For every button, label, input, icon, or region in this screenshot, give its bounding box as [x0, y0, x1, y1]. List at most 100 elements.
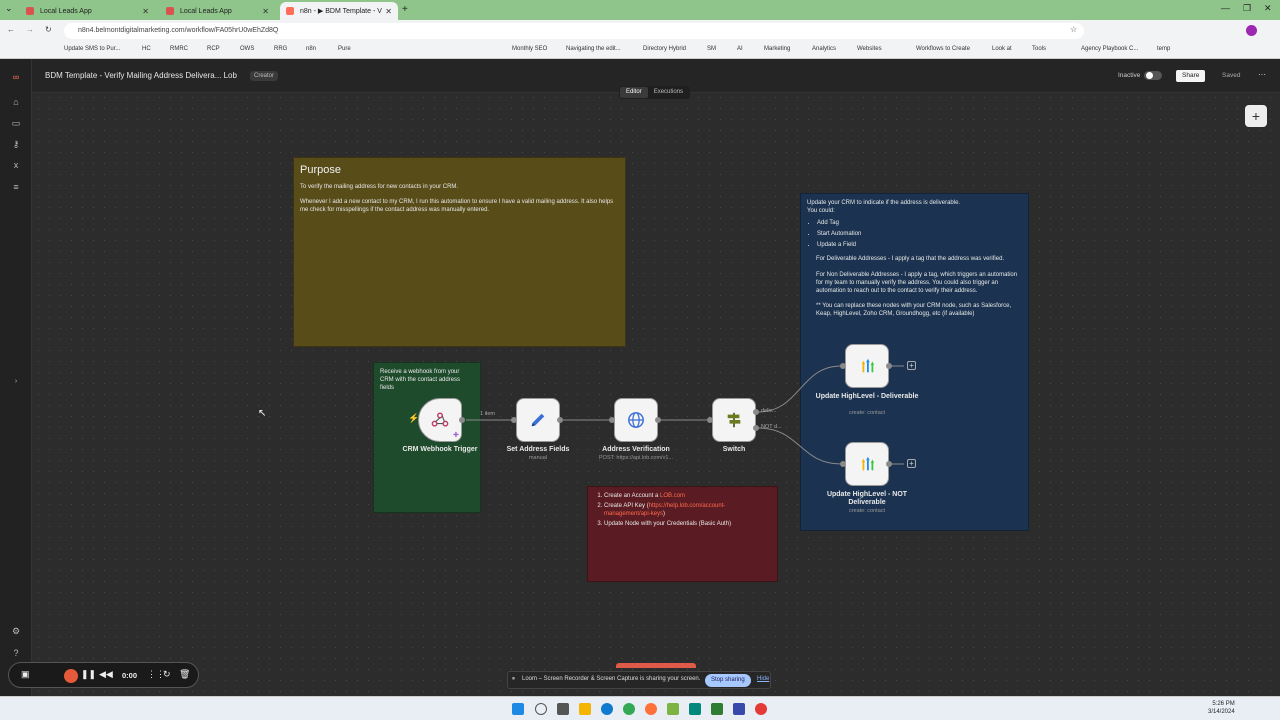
bookmark-star-icon[interactable]: ☆ [1070, 25, 1077, 34]
output-port[interactable] [459, 417, 465, 423]
app-icon[interactable] [689, 703, 701, 715]
output-port[interactable] [886, 461, 892, 467]
maximize-icon[interactable]: ❐ [1243, 3, 1251, 14]
output-port[interactable] [655, 417, 661, 423]
workflows-icon[interactable]: ⌂ [11, 97, 21, 107]
step-text: Create API Key ( [604, 503, 649, 510]
stop-sharing-button[interactable]: Stop sharing [705, 674, 751, 687]
search-icon[interactable] [535, 703, 547, 715]
workflow-canvas[interactable] [0, 59, 1280, 696]
more-options-icon[interactable]: ⋯ [1258, 70, 1266, 79]
credentials-icon[interactable]: ⚷ [11, 139, 21, 149]
set-address-fields-node[interactable] [516, 398, 560, 442]
bookmark-item[interactable]: Tools [1032, 46, 1046, 52]
bookmark-item[interactable]: RCP [207, 46, 220, 52]
setup-sticky-note[interactable]: Create an Account a LOB.com Create API K… [587, 486, 778, 582]
browser-tab-3[interactable]: n8n - ▶ BDM Template - V ✕ [280, 2, 398, 20]
bookmark-item[interactable]: SM [707, 46, 716, 52]
output-port[interactable] [886, 363, 892, 369]
add-next-node-button[interactable]: + [907, 459, 916, 468]
bookmark-item[interactable]: OWS [240, 46, 254, 52]
share-button[interactable]: Share [1176, 70, 1206, 82]
bookmark-item[interactable]: Analytics [812, 46, 836, 52]
chrome-icon[interactable] [623, 703, 635, 715]
bookmark-item[interactable]: HC [142, 46, 151, 52]
file-explorer-icon[interactable] [579, 703, 591, 715]
bookmark-item[interactable]: Pure [338, 46, 351, 52]
bookmark-item[interactable]: RRG [274, 46, 287, 52]
hide-link[interactable]: Hide [757, 676, 769, 682]
app-icon[interactable] [711, 703, 723, 715]
executions-icon[interactable]: ≡ [11, 182, 21, 192]
workflow-title[interactable]: BDM Template - Verify Mailing Address De… [45, 71, 237, 80]
bookmark-item[interactable]: Monthly SEO [512, 46, 547, 52]
system-clock[interactable]: 5:26 PM 3/14/2024 [1208, 701, 1235, 717]
bookmark-item[interactable]: RMRC [170, 46, 188, 52]
bookmark-item[interactable]: AI [737, 46, 743, 52]
close-icon[interactable]: ✕ [262, 7, 269, 16]
activation-toggle[interactable] [1144, 71, 1162, 80]
stop-recording-button[interactable] [64, 669, 78, 683]
tab-executions[interactable]: Executions [648, 87, 689, 98]
settings-icon[interactable]: ⚙ [11, 626, 21, 636]
creator-badge[interactable]: Creator [250, 71, 279, 81]
firefox-icon[interactable] [645, 703, 657, 715]
expand-sidebar-icon[interactable]: › [11, 377, 21, 387]
profile-avatar[interactable] [1246, 25, 1257, 36]
n8n-logo-icon[interactable]: ∞ [7, 72, 25, 82]
purpose-sticky-note[interactable]: Purpose To verify the mailing address fo… [293, 157, 626, 347]
app-icon[interactable] [755, 703, 767, 715]
switch-node[interactable] [712, 398, 756, 442]
output-port[interactable] [753, 409, 759, 415]
app-icon[interactable] [667, 703, 679, 715]
bookmark-item[interactable]: Directory Hybrid [643, 46, 686, 52]
bookmark-item[interactable]: Agency Playbook C... [1081, 46, 1138, 52]
camera-icon[interactable]: ▣ [21, 669, 30, 680]
tab-search-icon[interactable]: ⌄ [5, 3, 13, 14]
bookmark-item[interactable]: Websites [857, 46, 882, 52]
bookmark-item[interactable]: Navigating the edit... [566, 46, 621, 52]
browser-tab-2[interactable]: Local Leads App ✕ [160, 2, 275, 20]
help-icon[interactable]: ? [11, 648, 21, 658]
output-port[interactable] [753, 425, 759, 431]
drag-handle-icon[interactable]: ⏸ [512, 676, 515, 683]
close-window-icon[interactable]: ✕ [1264, 3, 1272, 14]
tab-label: Local Leads App [180, 7, 232, 15]
reload-icon[interactable]: ↻ [45, 25, 52, 34]
bookmark-item[interactable]: temp [1157, 46, 1170, 52]
address-verification-node[interactable] [614, 398, 658, 442]
tab-editor[interactable]: Editor [620, 87, 648, 98]
browser-tab-1[interactable]: Local Leads App ✕ [20, 2, 155, 20]
restart-icon[interactable]: ↻ [163, 669, 171, 680]
close-icon[interactable]: ✕ [142, 7, 149, 16]
purpose-title: Purpose [300, 164, 341, 176]
app-icon[interactable] [733, 703, 745, 715]
edge-icon[interactable] [601, 703, 613, 715]
pause-icon[interactable]: ❚❚ [81, 669, 96, 680]
bookmark-item[interactable]: Marketing [764, 46, 790, 52]
minimize-icon[interactable]: — [1221, 3, 1230, 13]
crm-could: You could: [807, 208, 835, 215]
rewind-icon[interactable]: ◀◀ [99, 669, 113, 680]
forward-icon[interactable]: → [26, 25, 34, 34]
back-icon[interactable]: ← [7, 25, 15, 34]
task-view-icon[interactable] [557, 703, 569, 715]
output-port[interactable] [557, 417, 563, 423]
new-tab-icon[interactable]: + [402, 4, 408, 15]
trash-icon[interactable]: 🗑 [179, 669, 190, 680]
close-icon[interactable]: ✕ [385, 7, 392, 16]
bookmark-item[interactable]: Look at [992, 46, 1012, 52]
lob-link[interactable]: LOB.com [660, 493, 685, 499]
variables-icon[interactable]: x [11, 160, 21, 170]
update-highlevel-deliverable-node[interactable] [845, 344, 889, 388]
bookmark-item[interactable]: n8n [306, 46, 316, 52]
add-node-button[interactable]: + [1245, 105, 1267, 127]
add-next-node-button[interactable]: + [907, 361, 916, 370]
templates-icon[interactable]: ▭ [11, 118, 21, 128]
url-input[interactable]: n8n4.belmontdigitalmarketing.com/workflo… [64, 23, 1084, 39]
bookmark-item[interactable]: Update SMS to Pur... [64, 46, 120, 52]
start-icon[interactable] [512, 703, 524, 715]
update-highlevel-not-deliverable-node[interactable] [845, 442, 889, 486]
switch-output-label: deliv... [761, 408, 777, 414]
bookmark-item[interactable]: Workflows to Create [916, 46, 970, 52]
